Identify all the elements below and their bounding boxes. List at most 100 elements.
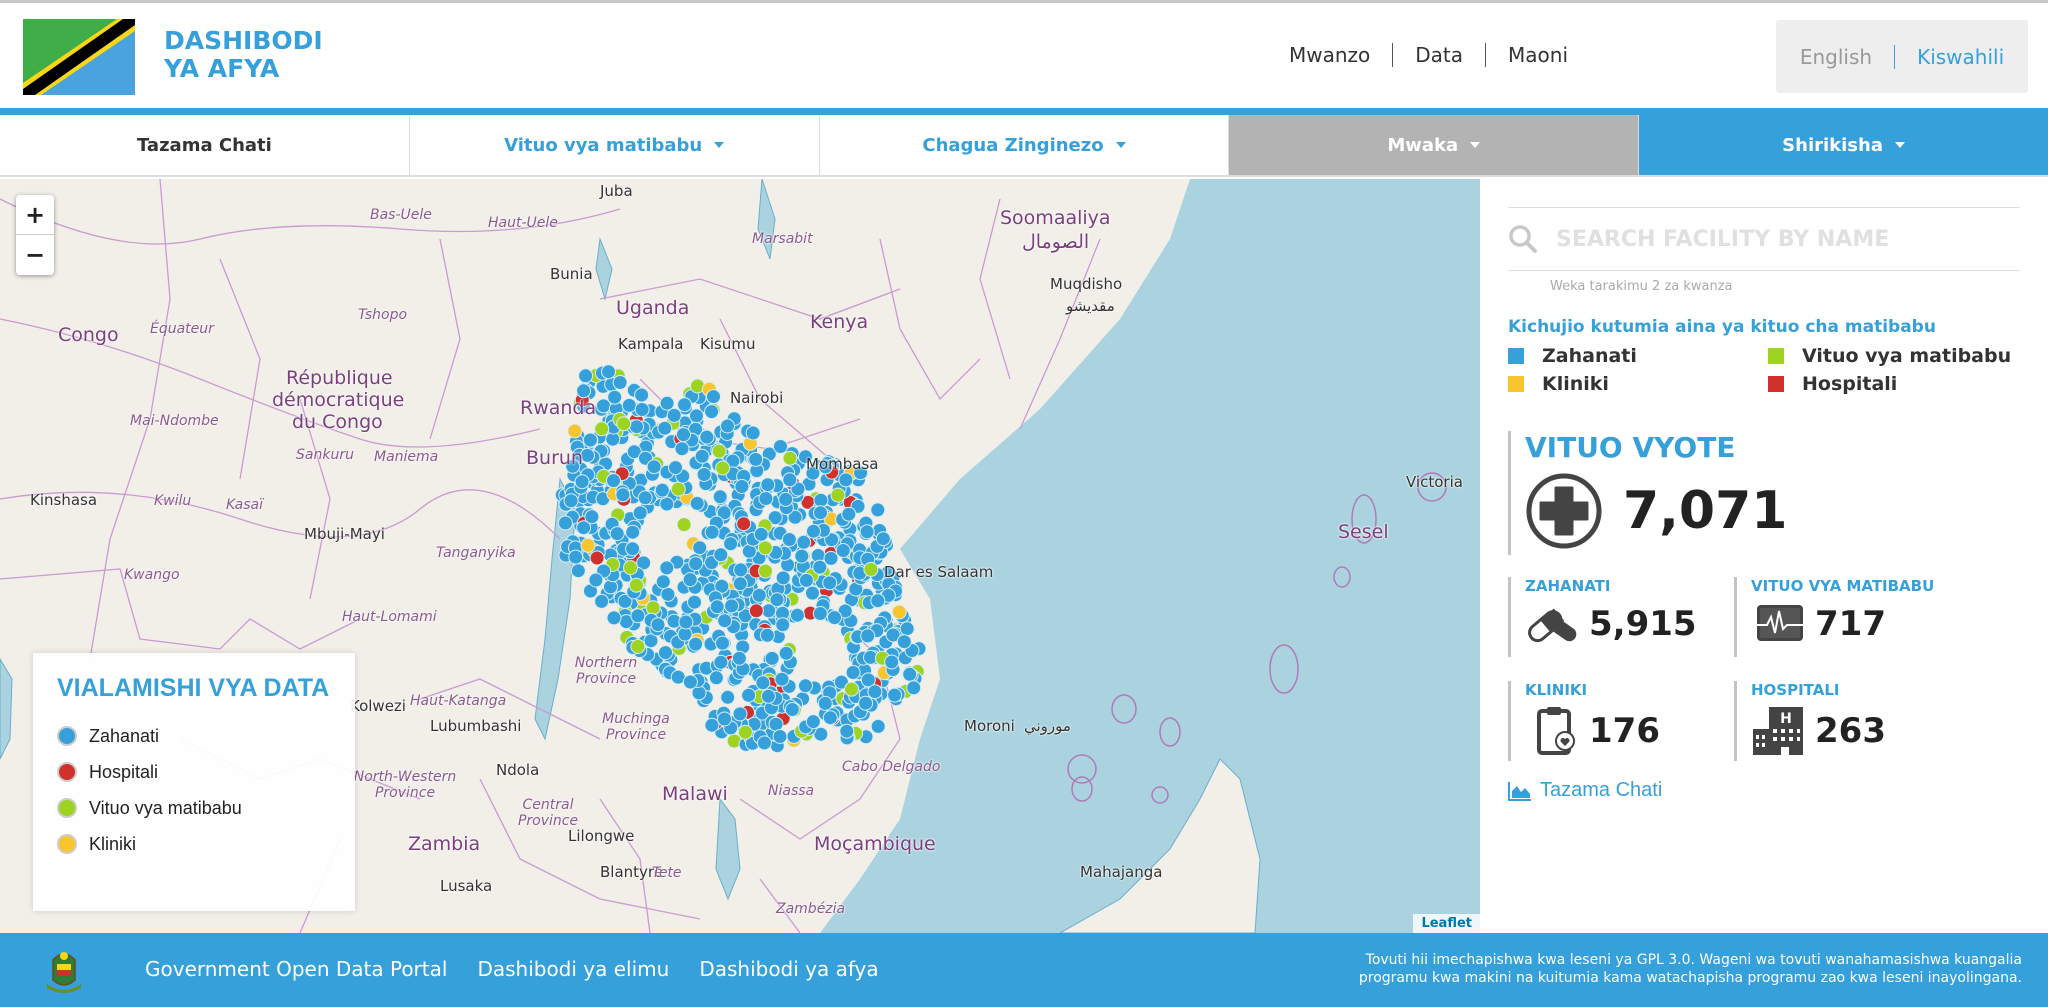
facility-marker[interactable] <box>796 534 812 550</box>
facility-marker[interactable] <box>713 547 729 563</box>
facility-marker[interactable] <box>584 509 600 525</box>
filter-zahanati[interactable]: Zahanati <box>1508 345 1768 367</box>
facility-marker[interactable] <box>666 407 682 423</box>
facility-marker[interactable] <box>723 536 739 552</box>
facility-marker[interactable] <box>606 473 621 489</box>
facility-marker[interactable] <box>835 543 851 558</box>
facility-marker[interactable] <box>704 404 720 420</box>
facility-marker[interactable] <box>696 467 712 482</box>
facility-marker[interactable] <box>717 711 732 727</box>
zoom-in-button[interactable]: + <box>16 195 54 235</box>
facility-marker[interactable] <box>813 505 828 521</box>
facility-marker[interactable] <box>812 559 828 575</box>
facility-marker[interactable] <box>634 387 650 403</box>
facility-marker[interactable] <box>576 383 592 399</box>
facility-marker[interactable] <box>778 491 794 507</box>
facility-marker[interactable] <box>870 593 886 609</box>
facility-marker[interactable] <box>741 687 757 703</box>
facility-marker[interactable] <box>668 460 683 476</box>
lang-kiswahili[interactable]: Kiswahili <box>1917 45 2004 69</box>
facility-marker[interactable] <box>731 650 747 666</box>
facility-marker[interactable] <box>773 439 788 454</box>
facility-marker[interactable] <box>621 397 637 413</box>
facility-marker[interactable] <box>699 429 715 445</box>
facility-marker[interactable] <box>737 724 753 740</box>
facility-marker[interactable] <box>757 540 773 556</box>
leaflet-attribution[interactable]: Leaflet <box>1413 914 1480 933</box>
facility-marker[interactable] <box>845 665 861 680</box>
facility-marker[interactable] <box>748 451 764 467</box>
facility-marker[interactable] <box>694 448 710 464</box>
facility-marker[interactable] <box>582 432 598 448</box>
facility-marker[interactable] <box>670 481 686 497</box>
facility-marker[interactable] <box>812 606 828 621</box>
facility-marker[interactable] <box>760 688 776 704</box>
facility-marker[interactable] <box>632 505 648 521</box>
facility-marker[interactable] <box>841 506 857 522</box>
filter-hospitali[interactable]: Hospitali <box>1768 373 2028 395</box>
facility-marker[interactable] <box>782 472 798 488</box>
view-chart-link[interactable]: Tazama Chati <box>1508 779 1662 802</box>
facility-marker[interactable] <box>708 670 724 686</box>
facility-marker[interactable] <box>682 572 698 588</box>
facility-marker[interactable] <box>863 561 879 577</box>
facility-marker[interactable] <box>630 639 646 654</box>
facility-marker[interactable] <box>711 443 727 459</box>
facility-marker[interactable] <box>629 419 645 435</box>
facility-marker[interactable] <box>616 416 632 432</box>
facility-marker[interactable] <box>601 364 616 380</box>
tab-chagua-zinginezo[interactable]: Chagua Zinginezo <box>819 115 1230 175</box>
facility-map[interactable]: + − Congo République démocratique du Con… <box>0 179 1480 933</box>
facility-marker[interactable] <box>630 608 646 624</box>
footer-link-dashibodi-afya[interactable]: Dashibodi ya afya <box>699 957 878 981</box>
facility-marker[interactable] <box>637 490 653 506</box>
facility-marker[interactable] <box>674 441 690 457</box>
nav-maoni[interactable]: Maoni <box>1508 43 1568 67</box>
facility-marker[interactable] <box>720 418 735 434</box>
facility-marker[interactable] <box>655 574 671 590</box>
footer-link-open-data-portal[interactable]: Government Open Data Portal <box>145 957 447 981</box>
facility-marker[interactable] <box>625 541 641 557</box>
facility-marker[interactable] <box>896 634 912 650</box>
facility-marker[interactable] <box>759 627 775 643</box>
facility-marker[interactable] <box>859 524 875 540</box>
tab-tazama-chati[interactable]: Tazama Chati <box>0 115 410 175</box>
facility-marker[interactable] <box>732 576 748 592</box>
facility-marker[interactable] <box>606 610 622 626</box>
facility-marker[interactable] <box>603 579 618 595</box>
facility-marker[interactable] <box>688 636 704 652</box>
facility-marker[interactable] <box>594 593 610 609</box>
facility-marker[interactable] <box>902 666 918 682</box>
facility-marker[interactable] <box>827 610 842 626</box>
facility-marker[interactable] <box>659 560 675 576</box>
facility-marker[interactable] <box>563 493 579 509</box>
facility-marker[interactable] <box>870 502 886 518</box>
facility-marker[interactable] <box>822 710 838 726</box>
facility-marker[interactable] <box>677 397 692 413</box>
facility-marker[interactable] <box>659 395 675 411</box>
facility-marker[interactable] <box>623 560 638 576</box>
tab-vituo-vya-matibabu[interactable]: Vituo vya matibabu <box>409 115 820 175</box>
facility-marker[interactable] <box>860 628 876 644</box>
facility-marker[interactable] <box>568 549 584 565</box>
facility-marker[interactable] <box>772 729 788 744</box>
facility-marker[interactable] <box>858 695 874 711</box>
facility-search-input[interactable] <box>1556 226 1996 252</box>
facility-marker[interactable] <box>764 650 780 666</box>
facility-marker[interactable] <box>775 617 791 633</box>
facility-marker[interactable] <box>734 479 750 494</box>
facility-marker[interactable] <box>607 389 623 405</box>
facility-marker[interactable] <box>822 575 838 591</box>
facility-marker[interactable] <box>657 420 673 436</box>
facility-marker[interactable] <box>813 492 829 508</box>
facility-marker[interactable] <box>717 613 733 629</box>
facility-marker[interactable] <box>899 621 915 637</box>
facility-marker[interactable] <box>646 459 662 475</box>
brand-title[interactable]: DASHIBODI YA AFYA <box>164 27 323 83</box>
facility-marker[interactable] <box>615 487 631 503</box>
nav-data[interactable]: Data <box>1415 43 1463 67</box>
coat-of-arms-icon[interactable] <box>45 948 83 994</box>
facility-marker[interactable] <box>676 517 692 533</box>
facility-marker[interactable] <box>778 645 794 661</box>
facility-marker[interactable] <box>736 516 752 532</box>
